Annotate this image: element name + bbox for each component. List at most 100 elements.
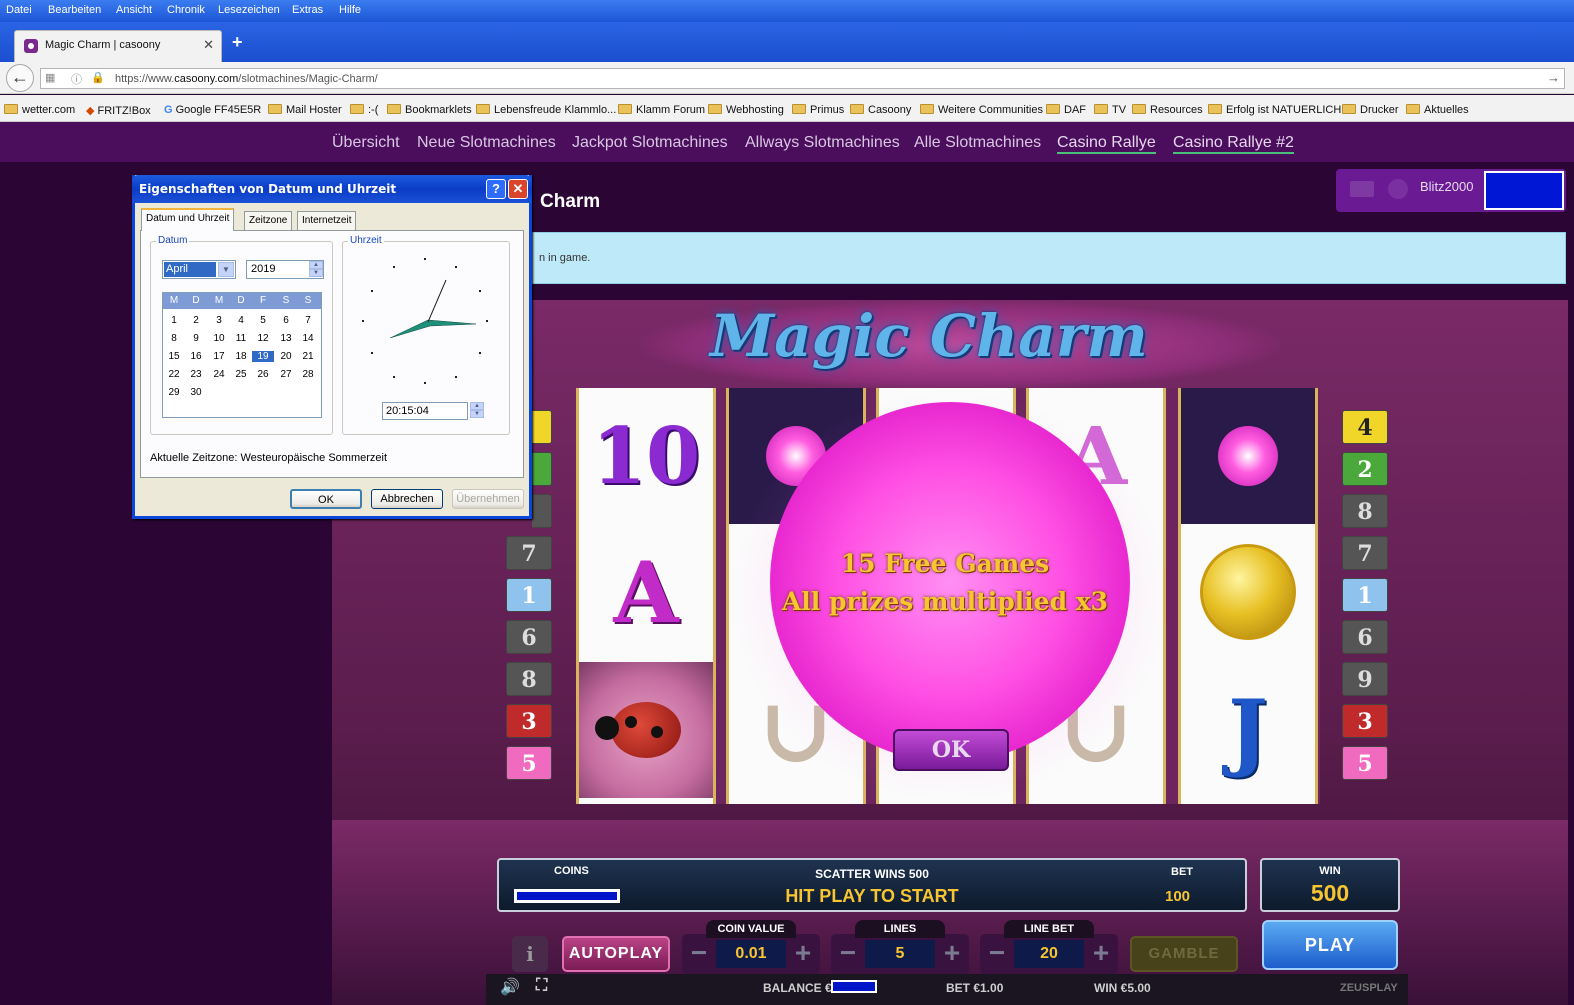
- reader-icon[interactable]: ▦: [45, 71, 55, 84]
- info-button[interactable]: i: [512, 936, 548, 972]
- address-bar[interactable]: ▦ ⓘ 🔒 https://www.casoony.com/slotmachin…: [40, 68, 1565, 89]
- time-field[interactable]: 20:15:04: [382, 402, 468, 420]
- free-games-ok-button[interactable]: OK: [893, 729, 1009, 771]
- payline-marker[interactable]: 3: [506, 704, 552, 738]
- calendar-day[interactable]: 21: [297, 351, 319, 362]
- calendar-day[interactable]: 2: [185, 315, 207, 326]
- lines-plus-button[interactable]: +: [937, 936, 967, 972]
- menu-bearbeiten[interactable]: Bearbeiten: [48, 4, 101, 16]
- calendar-day[interactable]: 25: [230, 369, 252, 380]
- calendar-day[interactable]: 15: [163, 351, 185, 362]
- coin-value-plus-button[interactable]: +: [788, 936, 818, 972]
- lines-minus-button[interactable]: −: [833, 936, 863, 972]
- calendar-day[interactable]: 9: [185, 333, 207, 344]
- payline-marker[interactable]: 2: [1342, 452, 1388, 486]
- payline-marker[interactable]: 5: [1342, 746, 1388, 780]
- nav-neue-slotmachines[interactable]: Neue Slotmachines: [417, 134, 556, 152]
- close-tab-icon[interactable]: ✕: [203, 37, 214, 53]
- bookmark-item[interactable]: Erfolg ist NATUERLICH: [1208, 104, 1341, 116]
- mail-icon[interactable]: [1350, 181, 1374, 197]
- calendar-day[interactable]: 10: [208, 333, 230, 344]
- calendar-day[interactable]: 28: [297, 369, 319, 380]
- bookmark-item[interactable]: Drucker: [1342, 104, 1399, 116]
- calendar-day[interactable]: 23: [185, 369, 207, 380]
- calendar-day[interactable]: 12: [252, 333, 274, 344]
- calendar-day[interactable]: 27: [275, 369, 297, 380]
- menu-extras[interactable]: Extras: [292, 4, 323, 16]
- nav-casino-rallye[interactable]: Casino Rallye: [1057, 134, 1156, 154]
- menu-ansicht[interactable]: Ansicht: [116, 4, 152, 16]
- line-bet-minus-button[interactable]: −: [982, 936, 1012, 972]
- new-tab-button[interactable]: +: [232, 32, 243, 53]
- time-down-icon[interactable]: ▼: [470, 410, 484, 418]
- bookmark-item[interactable]: TV: [1094, 104, 1126, 116]
- payline-marker[interactable]: 5: [506, 746, 552, 780]
- menu-chronik[interactable]: Chronik: [167, 4, 205, 16]
- calendar-day[interactable]: 11: [230, 333, 252, 344]
- calendar-day[interactable]: 3: [208, 315, 230, 326]
- menu-hilfe[interactable]: Hilfe: [339, 4, 361, 16]
- nav-jackpot-slotmachines[interactable]: Jackpot Slotmachines: [572, 134, 728, 152]
- sound-icon[interactable]: 🔊: [500, 977, 520, 997]
- nav-uebersicht[interactable]: Übersicht: [332, 134, 400, 152]
- fullscreen-icon[interactable]: ⛶: [536, 977, 547, 995]
- payline-marker[interactable]: 1: [506, 578, 552, 612]
- payline-marker[interactable]: 1: [1342, 578, 1388, 612]
- calendar-day[interactable]: 24: [208, 369, 230, 380]
- info-icon[interactable]: ⓘ: [71, 71, 82, 87]
- calendar-day[interactable]: 26: [252, 369, 274, 380]
- bookmark-item[interactable]: Aktuelles: [1406, 104, 1469, 116]
- calendar-day[interactable]: 1: [163, 315, 185, 326]
- calendar-day[interactable]: 6: [275, 315, 297, 326]
- dialog-apply-button[interactable]: Übernehmen: [452, 489, 524, 509]
- close-icon[interactable]: ✕: [508, 179, 528, 199]
- calendar-day[interactable]: 17: [208, 351, 230, 362]
- bookmark-item[interactable]: Bookmarklets: [387, 104, 472, 116]
- bookmark-item[interactable]: Resources: [1132, 104, 1203, 116]
- payline-marker[interactable]: 6: [506, 620, 552, 654]
- nav-allways-slotmachines[interactable]: Allways Slotmachines: [745, 134, 900, 152]
- payline-marker[interactable]: 9: [1342, 662, 1388, 696]
- browser-tab[interactable]: Magic Charm | casoony ✕: [14, 30, 222, 62]
- bookmark-item[interactable]: ◆ FRITZ!Box: [86, 104, 151, 117]
- payline-marker[interactable]: 4: [1342, 410, 1388, 444]
- dialog-cancel-button[interactable]: Abbrechen: [371, 489, 443, 509]
- help-icon[interactable]: ?: [486, 179, 506, 199]
- tab-internetzeit[interactable]: Internetzeit: [297, 211, 357, 231]
- chevron-down-icon[interactable]: ▼: [218, 262, 234, 277]
- coin-value-minus-button[interactable]: −: [684, 936, 714, 972]
- year-down-icon[interactable]: ▼: [309, 269, 323, 277]
- play-button[interactable]: PLAY: [1262, 920, 1398, 970]
- bookmark-item[interactable]: Weitere Communities: [920, 104, 1043, 116]
- autoplay-button[interactable]: AUTOPLAY: [562, 936, 670, 972]
- bookmark-item[interactable]: Casoony: [850, 104, 911, 116]
- calendar-day[interactable]: 20: [275, 351, 297, 362]
- line-bet-plus-button[interactable]: +: [1086, 936, 1116, 972]
- calendar-day[interactable]: 16: [185, 351, 207, 362]
- bookmark-item[interactable]: Primus: [792, 104, 844, 116]
- calendar-day-selected[interactable]: 19: [252, 351, 274, 362]
- year-up-icon[interactable]: ▲: [309, 261, 323, 269]
- username[interactable]: Blitz2000: [1420, 179, 1473, 194]
- dialog-ok-button[interactable]: OK: [290, 489, 362, 509]
- nav-casino-rallye-2[interactable]: Casino Rallye #2: [1173, 134, 1294, 154]
- calendar-day[interactable]: 13: [275, 333, 297, 344]
- payline-marker[interactable]: 8: [1342, 494, 1388, 528]
- payline-marker[interactable]: 3: [1342, 704, 1388, 738]
- settings-icon[interactable]: [1388, 179, 1408, 199]
- bookmark-item[interactable]: :-(: [350, 104, 378, 116]
- bookmark-item[interactable]: Klamm Forum: [618, 104, 705, 116]
- time-up-icon[interactable]: ▲: [470, 402, 484, 410]
- bookmark-item[interactable]: Mail Hoster: [268, 104, 342, 116]
- calendar-day[interactable]: 18: [230, 351, 252, 362]
- bookmark-item[interactable]: G Google FF45E5R: [164, 104, 261, 116]
- payline-marker[interactable]: 7: [506, 536, 552, 570]
- tab-datum-und-uhrzeit[interactable]: Datum und Uhrzeit: [141, 208, 235, 231]
- bookmark-item[interactable]: DAF: [1046, 104, 1086, 116]
- calendar-day[interactable]: 4: [230, 315, 252, 326]
- calendar-day[interactable]: 5: [252, 315, 274, 326]
- gamble-button[interactable]: GAMBLE: [1130, 936, 1238, 972]
- payline-marker[interactable]: 6: [1342, 620, 1388, 654]
- calendar-day[interactable]: 22: [163, 369, 185, 380]
- year-spinner[interactable]: 2019 ▲ ▼: [246, 260, 324, 279]
